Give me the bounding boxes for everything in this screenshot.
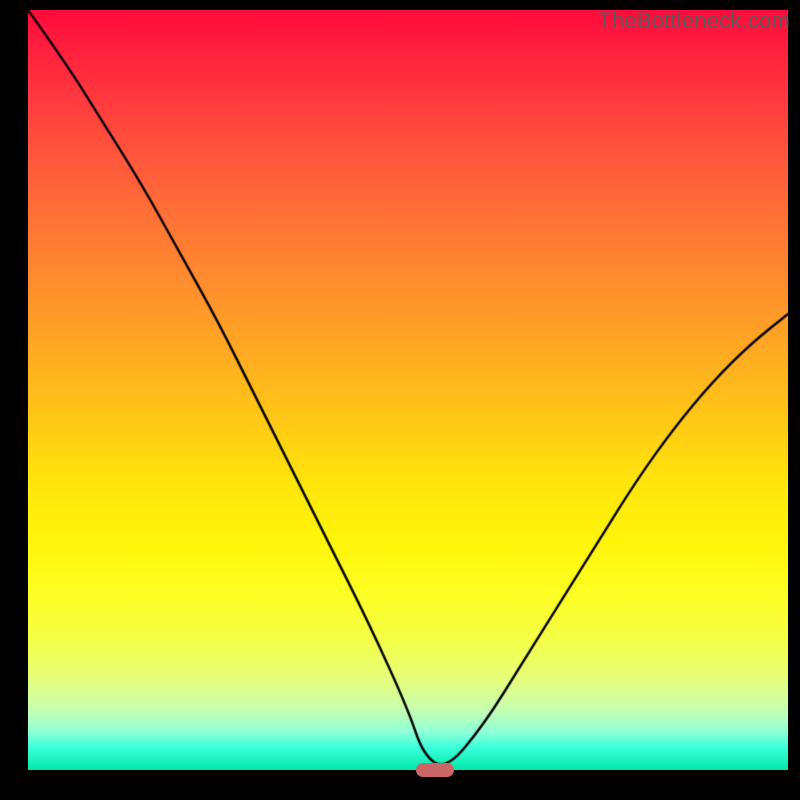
chart-container: TheBottleneck.com [0,0,800,800]
curve-line [28,10,788,770]
watermark-text: TheBottleneck.com [598,8,790,34]
plot-area [28,10,788,770]
minimum-marker [416,763,454,777]
